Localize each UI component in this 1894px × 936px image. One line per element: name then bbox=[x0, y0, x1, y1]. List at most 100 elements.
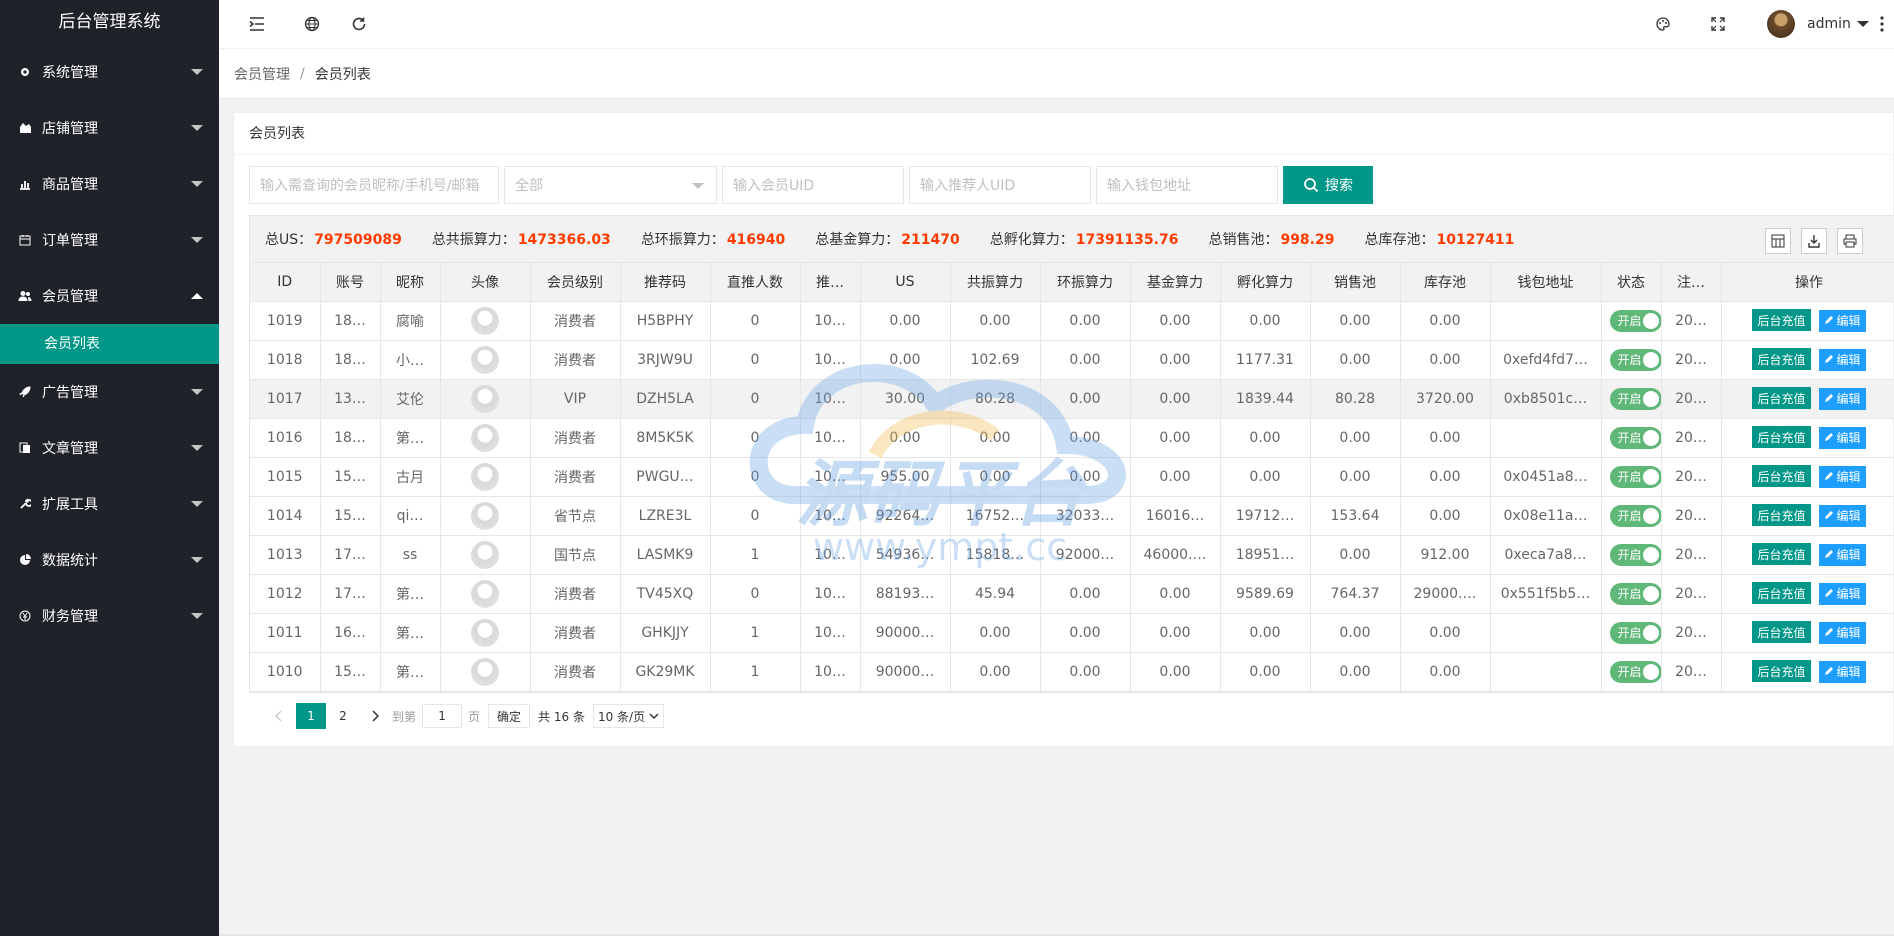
edit-button[interactable]: 编辑 bbox=[1818, 621, 1866, 644]
edit-button[interactable]: 编辑 bbox=[1818, 465, 1866, 488]
recharge-button[interactable]: 后台充值 bbox=[1752, 504, 1811, 527]
sidebar-item-label: 商品管理 bbox=[42, 177, 98, 193]
column-header[interactable]: ID bbox=[250, 263, 321, 302]
column-header[interactable]: 共振算力 bbox=[950, 263, 1041, 302]
column-header[interactable]: 账号 bbox=[320, 263, 381, 302]
user-menu[interactable]: admin bbox=[1767, 10, 1869, 38]
table-cell: 第… bbox=[380, 574, 441, 614]
refresh-icon[interactable] bbox=[349, 14, 369, 34]
breadcrumb-parent[interactable]: 会员管理 bbox=[234, 64, 290, 84]
referrer-uid-input[interactable]: 输入推荐人UID bbox=[909, 166, 1091, 204]
column-header[interactable]: 推… bbox=[800, 263, 861, 302]
prev-page-icon[interactable] bbox=[264, 703, 294, 729]
theme-icon[interactable] bbox=[1653, 14, 1673, 34]
edit-button[interactable]: 编辑 bbox=[1818, 504, 1866, 527]
pencil-icon bbox=[1824, 470, 1837, 484]
status-cell: 开启 bbox=[1601, 496, 1662, 536]
status-toggle[interactable]: 开启 bbox=[1609, 543, 1660, 566]
recharge-button[interactable]: 后台充值 bbox=[1752, 465, 1811, 488]
sidebar-item-9[interactable]: 财务管理 bbox=[0, 588, 219, 644]
goto-confirm-button[interactable]: 确定 bbox=[488, 704, 531, 728]
column-header[interactable]: 销售池 bbox=[1310, 263, 1401, 302]
avatar-cell bbox=[440, 301, 531, 341]
edit-button[interactable]: 编辑 bbox=[1818, 582, 1866, 605]
total-label: 总销售池： bbox=[1208, 232, 1279, 248]
sidebar-subitem-member-list[interactable]: 会员列表 bbox=[0, 324, 219, 364]
actions-cell: 后台充值 编辑 bbox=[1721, 301, 1894, 341]
table-cell: 1 bbox=[710, 613, 801, 653]
recharge-button[interactable]: 后台充值 bbox=[1752, 660, 1811, 683]
edit-button[interactable]: 编辑 bbox=[1818, 543, 1866, 566]
column-header[interactable]: 昵称 bbox=[380, 263, 441, 302]
recharge-button[interactable]: 后台充值 bbox=[1752, 621, 1811, 644]
recharge-button[interactable]: 后台充值 bbox=[1752, 543, 1811, 566]
search-input[interactable]: 输入需查询的会员昵称/手机号/邮箱 bbox=[249, 166, 499, 204]
total-label: 总US： bbox=[265, 232, 313, 248]
sidebar-item-5[interactable]: 广告管理 bbox=[0, 364, 219, 420]
fullscreen-icon[interactable] bbox=[1708, 14, 1728, 34]
column-header[interactable]: 会员级别 bbox=[530, 263, 621, 302]
status-toggle[interactable]: 开启 bbox=[1609, 582, 1660, 605]
wallet-address-input[interactable]: 输入钱包地址 bbox=[1096, 166, 1278, 204]
table-cell: 10… bbox=[800, 457, 861, 497]
column-header[interactable]: 孵化算力 bbox=[1220, 263, 1311, 302]
page-1[interactable]: 1 bbox=[296, 703, 326, 729]
level-select[interactable]: 全部 bbox=[504, 166, 717, 204]
recharge-button[interactable]: 后台充值 bbox=[1752, 309, 1811, 332]
recharge-button[interactable]: 后台充值 bbox=[1752, 387, 1811, 410]
column-header[interactable]: 库存池 bbox=[1400, 263, 1491, 302]
edit-button[interactable]: 编辑 bbox=[1818, 387, 1866, 410]
column-header[interactable]: 注… bbox=[1661, 263, 1722, 302]
export-icon[interactable] bbox=[1801, 228, 1827, 254]
actions-cell: 后台充值 编辑 bbox=[1721, 535, 1894, 575]
edit-button[interactable]: 编辑 bbox=[1818, 348, 1866, 371]
sidebar-item-3[interactable]: 订单管理 bbox=[0, 212, 219, 268]
column-header[interactable]: 基金算力 bbox=[1130, 263, 1221, 302]
recharge-button[interactable]: 后台充值 bbox=[1752, 582, 1811, 605]
table-cell: GHKJJY bbox=[620, 613, 711, 653]
table-cell: 1 bbox=[710, 652, 801, 692]
status-toggle[interactable]: 开启 bbox=[1609, 660, 1660, 683]
uid-input[interactable]: 输入会员UID bbox=[722, 166, 904, 204]
goto-page-input[interactable]: 1 bbox=[422, 704, 463, 728]
edit-button[interactable]: 编辑 bbox=[1818, 309, 1866, 332]
edit-button[interactable]: 编辑 bbox=[1818, 660, 1866, 683]
more-vertical-icon[interactable] bbox=[1872, 14, 1892, 34]
sidebar-item-6[interactable]: 文章管理 bbox=[0, 420, 219, 476]
table-cell: 16016… bbox=[1130, 496, 1221, 536]
column-header[interactable]: 钱包地址 bbox=[1490, 263, 1602, 302]
edit-button[interactable]: 编辑 bbox=[1818, 426, 1866, 449]
column-header[interactable]: US bbox=[860, 263, 951, 302]
menu-collapse-icon[interactable] bbox=[247, 14, 267, 34]
status-toggle[interactable]: 开启 bbox=[1609, 426, 1660, 449]
print-icon[interactable] bbox=[1837, 228, 1863, 254]
next-page-icon[interactable] bbox=[360, 703, 390, 729]
status-toggle[interactable]: 开启 bbox=[1609, 504, 1660, 527]
sidebar-item-4[interactable]: 会员管理 bbox=[0, 268, 219, 324]
column-header[interactable]: 头像 bbox=[440, 263, 531, 302]
status-toggle[interactable]: 开启 bbox=[1609, 387, 1660, 410]
recharge-button[interactable]: 后台充值 bbox=[1752, 348, 1811, 371]
column-header[interactable]: 操作 bbox=[1721, 263, 1894, 302]
status-toggle[interactable]: 开启 bbox=[1609, 309, 1660, 332]
status-toggle[interactable]: 开启 bbox=[1609, 348, 1660, 371]
column-header[interactable]: 推荐码 bbox=[620, 263, 711, 302]
column-header[interactable]: 直推人数 bbox=[710, 263, 801, 302]
sidebar-item-7[interactable]: 扩展工具 bbox=[0, 476, 219, 532]
recharge-button[interactable]: 后台充值 bbox=[1752, 426, 1811, 449]
actions-cell: 后台充值 编辑 bbox=[1721, 457, 1894, 497]
status-toggle[interactable]: 开启 bbox=[1609, 621, 1660, 644]
columns-filter-icon[interactable] bbox=[1765, 228, 1791, 254]
column-header[interactable]: 环振算力 bbox=[1040, 263, 1131, 302]
status-toggle[interactable]: 开启 bbox=[1609, 465, 1660, 488]
sidebar-item-8[interactable]: 数据统计 bbox=[0, 532, 219, 588]
page-size-select[interactable]: 10 条/页 bbox=[592, 704, 665, 728]
page-2[interactable]: 2 bbox=[328, 703, 358, 729]
sidebar-item-1[interactable]: 店铺管理 bbox=[0, 100, 219, 156]
sidebar-item-0[interactable]: 系统管理 bbox=[0, 44, 219, 100]
page-label: 页 bbox=[468, 709, 481, 724]
globe-icon[interactable] bbox=[302, 14, 322, 34]
search-button[interactable]: 搜索 bbox=[1283, 166, 1373, 204]
sidebar-item-2[interactable]: 商品管理 bbox=[0, 156, 219, 212]
column-header[interactable]: 状态 bbox=[1601, 263, 1662, 302]
